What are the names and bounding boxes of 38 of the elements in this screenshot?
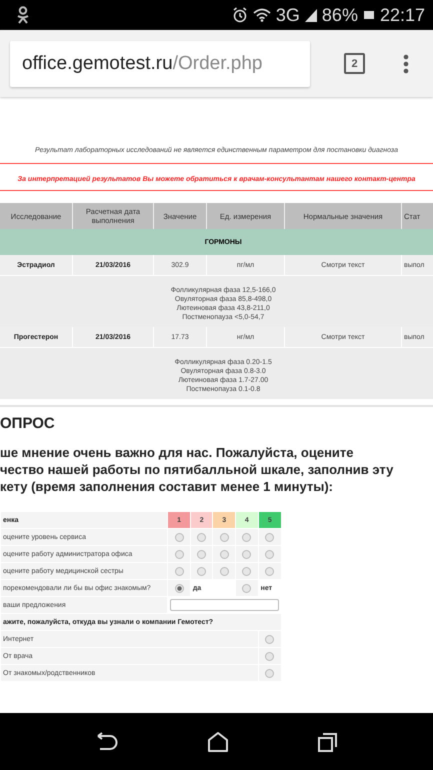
battery-icon [362, 10, 375, 20]
intro-text: кету (время заполнения составит менее 1 минуты): [0, 478, 334, 495]
wifi-icon [252, 8, 271, 22]
network-type: 3G [276, 4, 300, 26]
radio-button[interactable] [242, 584, 252, 592]
signal-strength-icon [304, 8, 317, 22]
section-title: ОПРОС [0, 415, 56, 432]
radio-button[interactable] [220, 550, 229, 558]
alarm-clock-icon [232, 7, 248, 23]
radio-button[interactable] [174, 532, 184, 542]
battery-percent: 86% [322, 4, 358, 26]
radio-button[interactable] [197, 532, 206, 542]
radio-button[interactable] [220, 532, 229, 542]
tab-switcher-button[interactable]: 2 [344, 53, 365, 74]
radio-button[interactable] [197, 566, 206, 576]
radio-button[interactable] [174, 566, 184, 576]
address-bar[interactable]: office.gemotest.ru/Order.php [10, 40, 310, 86]
clock-time: 22:17 [380, 4, 425, 26]
radio-button[interactable] [265, 566, 274, 576]
radio-button[interactable] [242, 566, 252, 576]
radio-button[interactable] [265, 550, 274, 558]
intro-text: ше мнение очень важно для нас. Пожалуйста, оцените [0, 444, 355, 461]
radio-button[interactable] [174, 550, 184, 558]
radio-button[interactable] [265, 532, 274, 542]
radio-button[interactable] [242, 550, 252, 558]
radio-button[interactable] [220, 566, 229, 576]
recent-apps-icon[interactable] [317, 730, 340, 752]
stick-figure-icon [16, 6, 30, 24]
radio-button[interactable] [265, 652, 274, 660]
radio-button[interactable] [265, 634, 274, 644]
menu-icon[interactable] [403, 54, 409, 74]
intro-text: чество нашей работы по пятибалльной шкале, заполнив эту [0, 461, 394, 478]
home-icon[interactable] [207, 730, 230, 752]
radio-button[interactable] [242, 532, 252, 542]
radio-button[interactable] [197, 550, 206, 558]
radio-button[interactable] [174, 584, 184, 592]
radio-button[interactable] [265, 668, 274, 678]
suggestions-field[interactable] [170, 599, 279, 611]
